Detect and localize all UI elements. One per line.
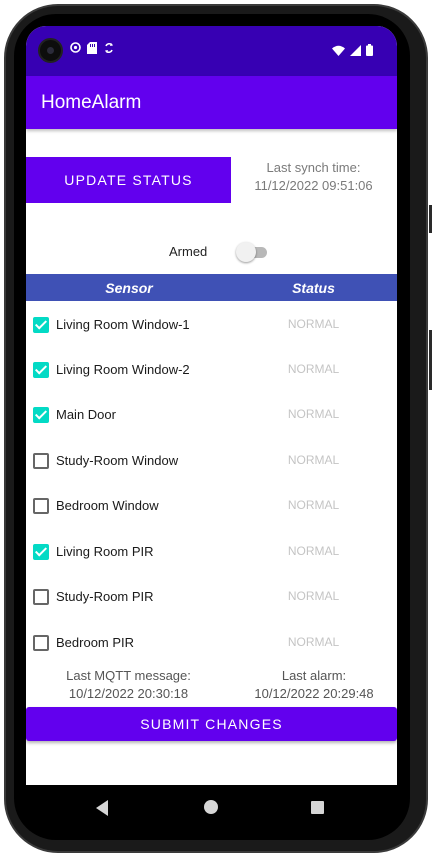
sensor-checkbox[interactable] xyxy=(33,407,49,423)
last-synch-label: Last synch time: xyxy=(266,160,361,175)
sensor-checkbox[interactable] xyxy=(33,362,49,378)
signal-icon xyxy=(350,43,361,61)
switch-thumb xyxy=(236,242,256,262)
last-alarm-time: 10/12/2022 20:29:48 xyxy=(254,686,374,701)
sensor-column-header: Sensor xyxy=(105,280,153,296)
sensor-name: Living Room Window-1 xyxy=(56,317,190,332)
sensor-checkbox[interactable] xyxy=(33,544,49,560)
status-bar-left-icons xyxy=(70,42,114,54)
last-alarm-label: Last alarm: xyxy=(281,668,347,683)
sensor-status: NORMAL xyxy=(287,362,340,376)
sensor-row: Living Room PIR NORMAL xyxy=(26,529,397,574)
sensor-name: Study-Room Window xyxy=(56,453,179,468)
volume-button xyxy=(429,330,432,390)
camera-cutout xyxy=(38,38,63,63)
back-icon[interactable] xyxy=(96,800,108,816)
sensor-name: Bedroom PIR xyxy=(56,635,135,650)
sensor-status: NORMAL xyxy=(287,317,340,331)
sensor-checkbox[interactable] xyxy=(33,589,49,605)
sensor-name: Bedroom Window xyxy=(56,498,159,513)
sensor-name: Study-Room PIR xyxy=(56,589,154,604)
app-bar: HomeAlarm xyxy=(26,76,397,129)
sensor-name: Living Room Window-2 xyxy=(56,362,190,377)
last-mqtt-time: 10/12/2022 20:30:18 xyxy=(68,686,189,701)
sensor-row: Bedroom PIR NORMAL xyxy=(26,620,397,665)
last-synch-time: 11/12/2022 09:51:06 xyxy=(254,178,373,193)
status-bar-right-icons xyxy=(332,43,373,61)
sensor-row: Living Room Window-2 NORMAL xyxy=(26,347,397,392)
sensor-table-header: Sensor Status xyxy=(26,274,397,301)
sensor-checkbox[interactable] xyxy=(33,453,49,469)
sensor-row: Study-Room Window NORMAL xyxy=(26,438,397,483)
power-button xyxy=(429,205,432,233)
navigation-bar xyxy=(14,785,410,833)
sensor-row: Living Room Window-1 NORMAL xyxy=(26,302,397,347)
last-mqtt-label: Last MQTT message: xyxy=(66,668,191,683)
sd-card-icon xyxy=(87,42,97,54)
submit-changes-button[interactable]: SUBMIT CHANGES xyxy=(26,707,397,741)
sensor-checkbox[interactable] xyxy=(33,498,49,514)
sensor-row: Study-Room PIR NORMAL xyxy=(26,574,397,619)
sensor-status: NORMAL xyxy=(287,635,340,649)
sensor-row: Bedroom Window NORMAL xyxy=(26,483,397,528)
recent-apps-icon[interactable] xyxy=(311,801,324,814)
armed-switch[interactable] xyxy=(236,242,268,262)
status-bar xyxy=(26,26,397,76)
sensor-status: NORMAL xyxy=(287,544,340,558)
sensor-status: NORMAL xyxy=(287,453,340,467)
app-screen: HomeAlarm UPDATE STATUS Last synch time:… xyxy=(26,26,397,785)
sensor-row: Main Door NORMAL xyxy=(26,392,397,437)
sensor-checkbox[interactable] xyxy=(33,317,49,333)
sensor-status: NORMAL xyxy=(287,407,340,421)
home-icon[interactable] xyxy=(204,800,218,814)
sensor-checkbox[interactable] xyxy=(33,635,49,651)
status-column-header: Status xyxy=(292,280,335,296)
wifi-icon xyxy=(332,43,345,61)
battery-icon xyxy=(366,43,373,61)
sensor-name: Main Door xyxy=(56,407,116,422)
sensor-name: Living Room PIR xyxy=(56,544,154,559)
update-status-button[interactable]: UPDATE STATUS xyxy=(26,157,231,203)
notification-icon xyxy=(70,42,81,54)
phone-frame: HomeAlarm UPDATE STATUS Last synch time:… xyxy=(0,0,435,857)
sensor-status: NORMAL xyxy=(287,589,340,603)
armed-label: Armed xyxy=(169,244,208,259)
sync-icon xyxy=(104,42,114,54)
sensor-status: NORMAL xyxy=(287,498,340,512)
app-title: HomeAlarm xyxy=(41,92,142,113)
